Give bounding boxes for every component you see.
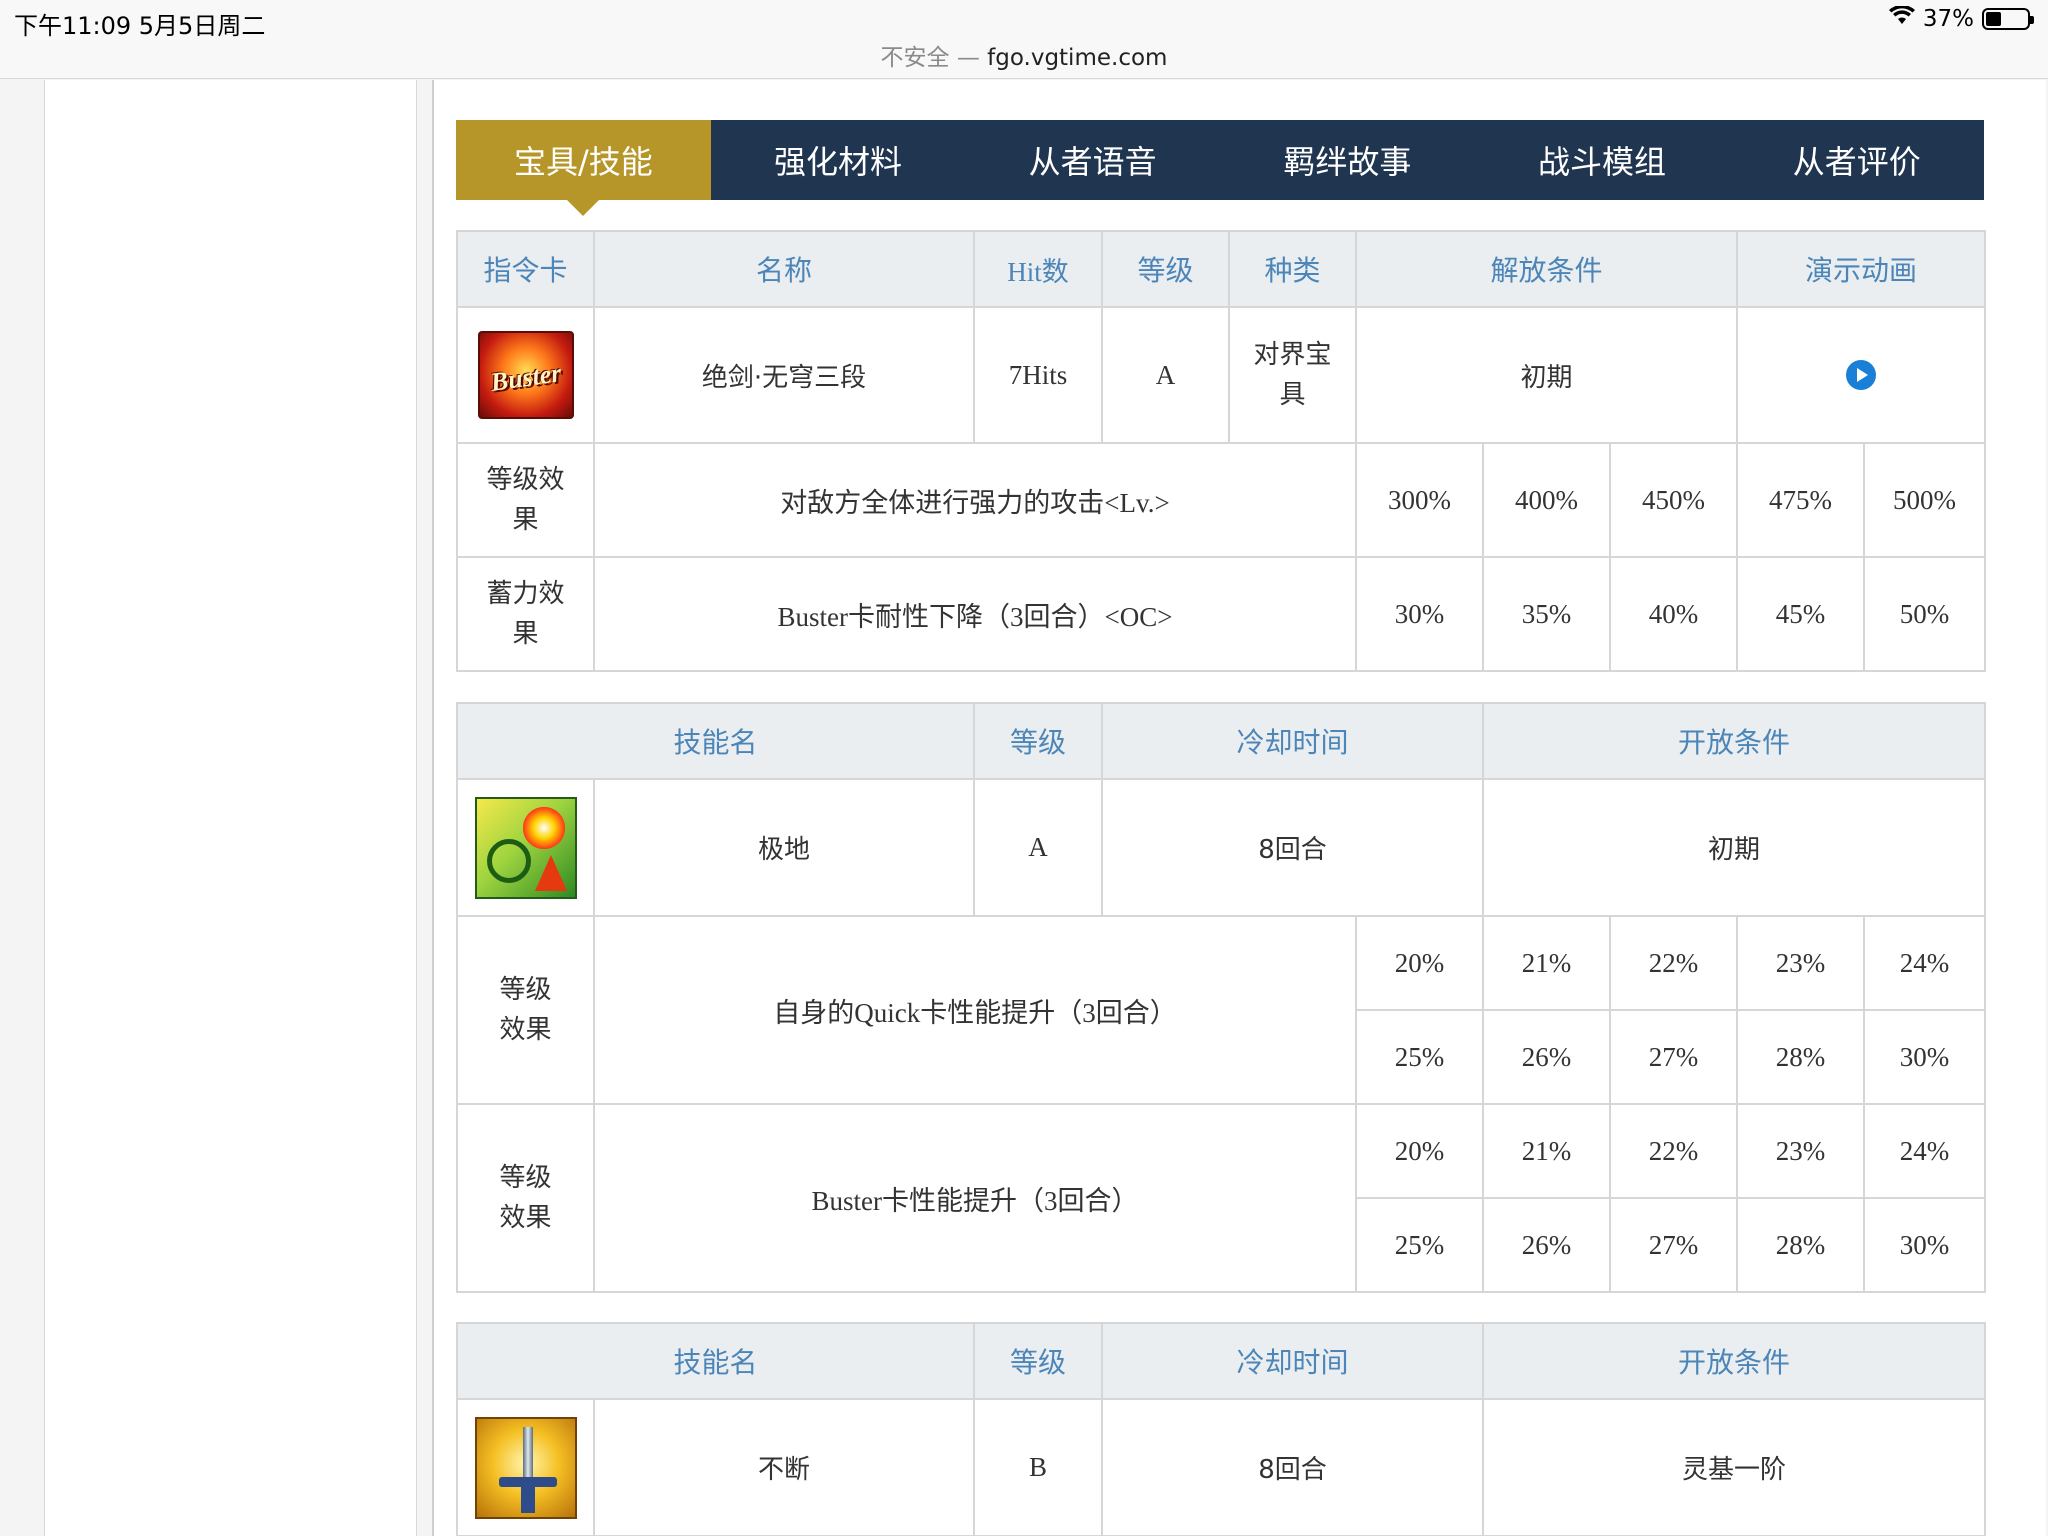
- np-oc-value: 35%: [1482, 556, 1611, 672]
- header-type: 种类: [1228, 230, 1357, 308]
- play-icon[interactable]: [1846, 360, 1877, 390]
- skill1-effect1-value: 20%: [1355, 915, 1485, 1011]
- skill2-name: 不断: [592, 1398, 976, 1536]
- browser-top-bar: 下午11:09 5月5日周二 37% 不安全 — fgo.vgtime.com: [0, 0, 2048, 79]
- skill1-effect1-value: 25%: [1355, 1009, 1485, 1105]
- np-level-value: 500%: [1863, 442, 1987, 558]
- tab-np-skills[interactable]: 宝具/技能: [456, 120, 711, 216]
- header-open: 开放条件: [1482, 702, 1987, 780]
- skill1-effect1-value: 22%: [1609, 915, 1739, 1011]
- skill1-effect2-value: 21%: [1482, 1103, 1612, 1199]
- header-skill-name: 技能名: [455, 702, 976, 780]
- np-oc-desc: Buster卡耐性下降（3回合）<OC>: [593, 556, 1357, 672]
- skill1-effect2-value: 20%: [1355, 1103, 1485, 1199]
- skill2-rank: B: [973, 1398, 1104, 1536]
- buster-card-icon: Buster: [477, 331, 574, 419]
- np-level-label: 等级效果: [456, 442, 595, 558]
- battery-icon: [1982, 8, 2034, 30]
- header-unlock: 解放条件: [1354, 230, 1739, 308]
- skill1-effect2-label: 等级效果: [456, 1103, 595, 1293]
- left-sidebar: [44, 80, 417, 1536]
- header-rank: 等级: [1101, 230, 1230, 308]
- skill1-effect1-value: 28%: [1736, 1009, 1866, 1105]
- skill2-table: 技能名 等级 冷却时间 开放条件 不断 B 8回合 灵基一阶: [455, 1322, 1987, 1536]
- skill1-cooldown: 8回合: [1101, 778, 1485, 917]
- skill1-effect1-value: 23%: [1736, 915, 1866, 1011]
- skill1-effect2-value: 22%: [1609, 1103, 1739, 1199]
- quick-up-skill-icon: [474, 796, 577, 899]
- sword-skill-icon: [474, 1416, 577, 1519]
- np-oc-label: 蓄力效果: [456, 556, 595, 672]
- skill2-unlock: 灵基一阶: [1482, 1398, 1987, 1536]
- np-hits: 7Hits: [973, 306, 1103, 444]
- tab-bond-story[interactable]: 羁绊故事: [1220, 120, 1475, 200]
- skill2-cooldown: 8回合: [1101, 1398, 1485, 1536]
- skill1-effect1-value: 24%: [1863, 915, 1987, 1011]
- skill1-effect1-value: 30%: [1863, 1009, 1987, 1105]
- tab-voice[interactable]: 从者语音: [965, 120, 1220, 200]
- np-level-value: 400%: [1482, 442, 1611, 558]
- header-animation: 演示动画: [1736, 230, 1987, 308]
- battery-percent: 37%: [1922, 6, 1974, 32]
- np-table: 指令卡 名称 Hit数 等级 种类 解放条件 演示动画 Buster 绝剑·无穹…: [456, 230, 1987, 672]
- np-oc-value: 30%: [1355, 556, 1484, 672]
- header-skill-rank: 等级: [973, 702, 1104, 780]
- np-level-desc: 对敌方全体进行强力的攻击<Lv.>: [593, 442, 1357, 558]
- header-card: 指令卡: [456, 230, 595, 308]
- skill1-effect2-value: 24%: [1863, 1103, 1987, 1199]
- skill1-effect1-value: 21%: [1482, 915, 1612, 1011]
- header-hits: Hit数: [973, 230, 1103, 308]
- status-indicators: 37%: [1888, 4, 2034, 32]
- skill1-effect2-value: 28%: [1736, 1197, 1866, 1293]
- np-name: 绝剑·无穹三段: [593, 306, 975, 444]
- np-level-value: 300%: [1355, 442, 1484, 558]
- skill1-effect1-desc: 自身的Quick卡性能提升（3回合）: [592, 915, 1358, 1105]
- header-cooldown: 冷却时间: [1101, 702, 1485, 780]
- skill1-icon-cell: [456, 778, 595, 917]
- header-skill-rank: 等级: [973, 1322, 1104, 1400]
- np-animation-cell: [1736, 306, 1987, 444]
- tab-battle-model[interactable]: 战斗模组: [1475, 120, 1730, 200]
- np-rank: A: [1101, 306, 1230, 444]
- tab-materials[interactable]: 强化材料: [711, 120, 966, 200]
- np-type: 对界宝具: [1228, 306, 1357, 444]
- skill1-effect2-value: 30%: [1863, 1197, 1987, 1293]
- np-level-value: 450%: [1608, 442, 1739, 558]
- status-time: 下午11:09 5月5日周二: [14, 12, 266, 40]
- np-oc-value: 40%: [1608, 556, 1739, 672]
- url-domain: fgo.vgtime.com: [987, 45, 1168, 71]
- np-unlock: 初期: [1354, 306, 1739, 444]
- skill1-effect2-value: 26%: [1482, 1197, 1612, 1293]
- np-oc-value: 50%: [1863, 556, 1987, 672]
- skill1-rank: A: [973, 778, 1104, 917]
- insecure-label: 不安全 —: [880, 45, 980, 71]
- skill2-icon-cell: [456, 1398, 595, 1536]
- header-cooldown: 冷却时间: [1101, 1322, 1485, 1400]
- wifi-icon: [1888, 4, 1915, 32]
- skill1-effect2-value: 23%: [1736, 1103, 1866, 1199]
- header-open: 开放条件: [1482, 1322, 1987, 1400]
- header-name: 名称: [593, 230, 975, 308]
- skill1-effect2-desc: Buster卡性能提升（3回合）: [592, 1103, 1358, 1293]
- np-level-value: 475%: [1736, 442, 1866, 558]
- skill1-effect2-value: 27%: [1609, 1197, 1739, 1293]
- skill1-effect1-value: 26%: [1482, 1009, 1612, 1105]
- skill1-effect1-value: 27%: [1609, 1009, 1739, 1105]
- skill1-unlock: 初期: [1482, 778, 1987, 917]
- servant-tabs: 宝具/技能 强化材料 从者语音 羁绊故事 战斗模组 从者评价: [456, 120, 1984, 216]
- skill1-table: 技能名 等级 冷却时间 开放条件 极地 A 8回合 初期 等级效果 自身的Qui…: [455, 702, 1987, 1293]
- tab-reviews[interactable]: 从者评价: [1729, 120, 1984, 200]
- skill1-effect2-value: 25%: [1355, 1197, 1485, 1293]
- skill1-name: 极地: [592, 778, 976, 917]
- np-oc-value: 45%: [1736, 556, 1866, 672]
- panel-border: [432, 80, 434, 1536]
- skill1-effect1-label: 等级效果: [456, 915, 595, 1105]
- header-skill-name: 技能名: [455, 1322, 976, 1400]
- address-bar[interactable]: 不安全 — fgo.vgtime.com: [0, 38, 2048, 72]
- np-card-cell: Buster: [456, 306, 595, 444]
